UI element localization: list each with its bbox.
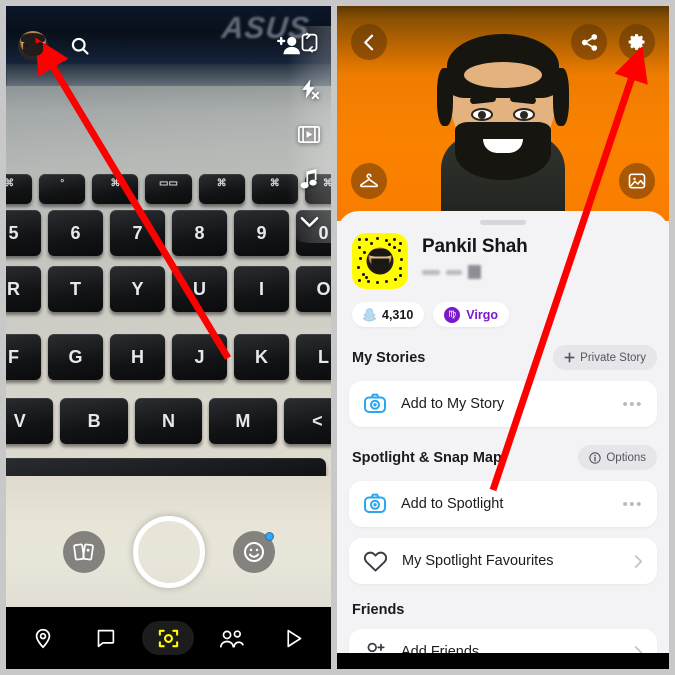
memories-cards-icon[interactable]: [62, 531, 105, 573]
zodiac-virgo-icon: ♍: [444, 306, 461, 323]
section-header-my-stories: My Stories Private Story: [349, 345, 657, 370]
shutter-button[interactable]: [132, 516, 205, 588]
more-dots-icon[interactable]: •••: [622, 396, 643, 413]
lenses-smiley-icon[interactable]: [232, 531, 275, 573]
image-picture-icon[interactable]: [619, 163, 655, 199]
flash-off-icon[interactable]: [298, 78, 320, 105]
music-note-icon[interactable]: [299, 169, 319, 195]
screenshot-stage: ASUS ⌘°⌘ ▭▭⌘⌘⌘ 567 890 RTY UIO FGH JKL: [0, 0, 675, 675]
section-title: Spotlight & Snap Map: [352, 449, 502, 466]
shutter-controls: [6, 497, 331, 607]
profile-hero-header: [337, 6, 669, 221]
section-title: My Stories: [352, 349, 426, 366]
options-button[interactable]: Options: [578, 445, 657, 470]
nav-map-pin-icon[interactable]: [17, 621, 69, 655]
chevron-left-icon[interactable]: [351, 24, 387, 60]
snap-score-label: 4,310: [382, 307, 414, 322]
add-to-spotlight-row[interactable]: Add to Spotlight •••: [349, 481, 657, 527]
profile-chips: 4,310 ♍ Virgo: [349, 302, 657, 327]
zodiac-chip[interactable]: ♍ Virgo: [433, 302, 510, 327]
nav-chat-bubble-icon[interactable]: [80, 621, 132, 655]
profile-hero-topbar: [337, 24, 669, 60]
private-story-button[interactable]: Private Story: [553, 345, 657, 370]
section-header-friends: Friends: [349, 602, 657, 618]
nav-play-triangle-icon[interactable]: [268, 621, 320, 655]
profile-display-name: Pankil Shah: [422, 236, 528, 257]
snapcode-icon[interactable]: [352, 233, 408, 289]
camera-circle-icon: [364, 393, 386, 413]
share-icon[interactable]: [571, 24, 607, 60]
sheet-grabber[interactable]: [480, 220, 526, 225]
heart-icon: [363, 551, 388, 572]
bitmoji-avatar-icon[interactable]: [18, 31, 48, 61]
android-navigation-bar: [337, 653, 669, 669]
profile-sheet: Pankil Shah 4,310 ♍ Virgo My Stories Pri…: [337, 211, 669, 669]
snapchat-profile-screen: Pankil Shah 4,310 ♍ Virgo My Stories Pri…: [337, 6, 669, 669]
plus-icon: [564, 352, 575, 363]
options-label: Options: [606, 451, 646, 464]
profile-identity-row: Pankil Shah: [349, 233, 657, 289]
gear-icon[interactable]: [619, 24, 655, 60]
snapchat-ghost-icon: [363, 307, 376, 322]
snap-score-chip[interactable]: 4,310: [352, 302, 425, 327]
camera-top-bar: [6, 28, 331, 64]
lenses-notification-badge: [264, 532, 274, 541]
snapchat-camera-screen: ASUS ⌘°⌘ ▭▭⌘⌘⌘ 567 890 RTY UIO FGH JKL: [6, 6, 331, 669]
bottom-nav-bar: [6, 607, 331, 669]
flip-camera-icon[interactable]: [299, 32, 320, 58]
my-spotlight-favourites-row[interactable]: My Spotlight Favourites: [349, 538, 657, 584]
profile-username-redacted: [422, 265, 528, 279]
camera-circle-icon: [364, 493, 386, 513]
camera-tool-rail: [287, 26, 331, 243]
section-header-spotlight: Spotlight & Snap Map Options: [349, 445, 657, 470]
more-dots-icon[interactable]: •••: [622, 496, 643, 513]
timer-filmstrip-icon[interactable]: [298, 125, 320, 149]
row-label: My Spotlight Favourites: [402, 553, 554, 569]
chevron-down-icon[interactable]: [300, 215, 319, 233]
info-icon: [589, 451, 602, 464]
chevron-right-icon[interactable]: [634, 554, 643, 569]
nav-friends-icon[interactable]: [205, 621, 257, 655]
add-to-my-story-row[interactable]: Add to My Story •••: [349, 381, 657, 427]
row-label: Add to Spotlight: [401, 496, 504, 512]
private-story-label: Private Story: [580, 351, 646, 364]
zodiac-label: Virgo: [466, 307, 499, 322]
clothes-hanger-icon[interactable]: [351, 163, 387, 199]
nav-camera-scan-icon[interactable]: [142, 621, 195, 655]
search-icon[interactable]: [70, 36, 90, 56]
row-label: Add to My Story: [401, 396, 505, 412]
section-title: Friends: [352, 602, 405, 618]
